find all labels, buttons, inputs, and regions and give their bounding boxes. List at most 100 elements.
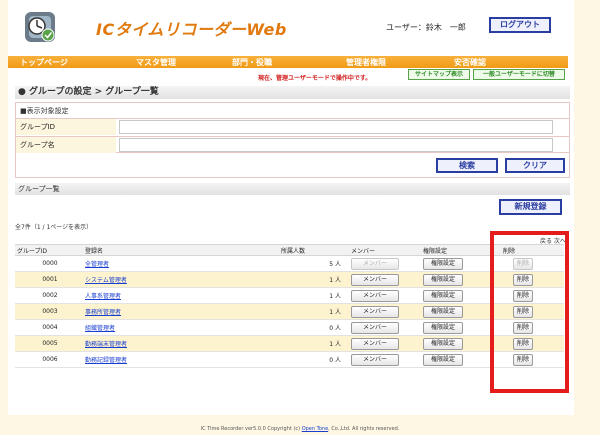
table-header: グループID 登録名 所属人数 メンバー 権限設定 削除 xyxy=(15,244,564,256)
member-button[interactable]: メンバー xyxy=(351,321,399,334)
search-section-label: ■表示対象設定 xyxy=(20,107,69,115)
group-name-link[interactable]: 事務所管理者 xyxy=(85,309,121,316)
member-cell: メンバー xyxy=(349,287,421,304)
permission-button[interactable]: 権限設定 xyxy=(423,353,463,366)
table-row: 0001 システム管理者 1 人メンバー 権限設定 削除 xyxy=(15,271,564,288)
main-nav: トップページ マスタ管理 部門・役職 管理者権限 安否確認 xyxy=(8,56,568,68)
group-name-link[interactable]: 勤務端末管理者 xyxy=(85,341,127,348)
perm-cell: 権限設定 xyxy=(421,335,501,352)
nav-top[interactable]: トップページ xyxy=(20,57,68,68)
member-button[interactable]: メンバー xyxy=(351,337,399,350)
member-cell: メンバー xyxy=(349,351,421,368)
group-list-title: グループ一覧 xyxy=(15,183,570,195)
group-table: グループID 登録名 所属人数 メンバー 権限設定 削除 0000 全管理者 5 人… xyxy=(15,244,564,368)
result-count: 全7件（1 / 1ページを表示） xyxy=(15,224,93,231)
delete-column-highlight xyxy=(490,231,569,393)
perm-cell: 権限設定 xyxy=(421,255,501,272)
col-members: メンバー xyxy=(349,244,421,256)
group-id-label: グループID xyxy=(16,119,116,135)
group-id-row: グループID xyxy=(16,118,569,135)
member-cell: メンバー xyxy=(349,303,421,320)
group-name-cell: システム管理者 xyxy=(83,271,279,288)
perm-cell: 権限設定 xyxy=(421,351,501,368)
nav-safety[interactable]: 安否確認 xyxy=(454,57,486,68)
permission-button[interactable]: 権限設定 xyxy=(423,337,463,350)
group-id-cell: 0002 xyxy=(15,287,83,304)
member-button: メンバー xyxy=(351,257,399,270)
permission-button[interactable]: 権限設定 xyxy=(423,321,463,334)
group-name-label: グループ名 xyxy=(16,137,116,153)
member-count-cell: 1 人 xyxy=(279,287,349,304)
col-group-id: グループID xyxy=(15,244,83,256)
group-name-cell: 勤務記録管理者 xyxy=(83,351,279,368)
group-name-input[interactable] xyxy=(119,138,553,152)
sitemap-button[interactable]: サイトマップ表示 xyxy=(408,69,470,80)
group-name-cell: 人事系管理者 xyxy=(83,287,279,304)
search-button[interactable]: 検索 xyxy=(436,158,498,173)
permission-button[interactable]: 権限設定 xyxy=(423,257,463,270)
member-cell: メンバー xyxy=(349,319,421,336)
group-name-cell: 組織管理者 xyxy=(83,319,279,336)
member-cell: メンバー xyxy=(349,271,421,288)
group-id-cell: 0003 xyxy=(15,303,83,320)
footer: IC Time Recorder ver5.0.0 Copyright (c) … xyxy=(0,426,600,432)
permission-button[interactable]: 権限設定 xyxy=(423,305,463,318)
table-row: 0005 勤務端末管理者 1 人メンバー 権限設定 削除 xyxy=(15,335,564,352)
nav-admin-perm[interactable]: 管理者権限 xyxy=(346,57,386,68)
member-cell: メンバー xyxy=(349,335,421,352)
table-row: 0003 事務所管理者 1 人メンバー 権限設定 削除 xyxy=(15,303,564,320)
nav-dept[interactable]: 部門・役職 xyxy=(232,57,272,68)
member-count-cell: 5 人 xyxy=(279,255,349,272)
footer-text: IC Time Recorder ver5.0.0 Copyright (c) xyxy=(200,426,302,432)
col-name: 登録名 xyxy=(83,244,279,256)
group-id-cell: 0001 xyxy=(15,271,83,288)
group-name-link[interactable]: システム管理者 xyxy=(85,277,127,284)
group-name-link[interactable]: 人事系管理者 xyxy=(85,293,121,300)
col-members-count: 所属人数 xyxy=(279,244,349,256)
member-button[interactable]: メンバー xyxy=(351,305,399,318)
new-register-button[interactable]: 新規登録 xyxy=(499,199,562,215)
group-name-cell: 事務所管理者 xyxy=(83,303,279,320)
member-count-cell: 0 人 xyxy=(279,319,349,336)
group-name-link[interactable]: 全管理者 xyxy=(85,261,109,268)
app-title: ICタイムリコーダーWeb xyxy=(96,20,287,39)
perm-cell: 権限設定 xyxy=(421,271,501,288)
page-title: ● グループの設定 > グループ一覧 xyxy=(15,86,570,99)
member-button[interactable]: メンバー xyxy=(351,353,399,366)
mode-notice: 現在、管理ユーザーモードで操作中です。 xyxy=(258,75,372,82)
perm-cell: 権限設定 xyxy=(421,303,501,320)
app-logo-icon xyxy=(23,8,57,44)
group-id-cell: 0005 xyxy=(15,335,83,352)
member-count-cell: 1 人 xyxy=(279,271,349,288)
member-cell: メンバー xyxy=(349,255,421,272)
table-row: 0000 全管理者 5 人メンバー 権限設定 削除 xyxy=(15,255,564,272)
perm-cell: 権限設定 xyxy=(421,319,501,336)
group-name-link[interactable]: 勤務記録管理者 xyxy=(85,357,127,364)
table-row: 0004 組織管理者 0 人メンバー 権限設定 削除 xyxy=(15,319,564,336)
group-id-cell: 0006 xyxy=(15,351,83,368)
member-count-cell: 1 人 xyxy=(279,335,349,352)
table-row: 0006 勤務記録管理者 0 人メンバー 権限設定 削除 xyxy=(15,351,564,368)
permission-button[interactable]: 権限設定 xyxy=(423,273,463,286)
perm-cell: 権限設定 xyxy=(421,287,501,304)
footer-suffix: , Co.,Ltd. All rights reserved. xyxy=(328,426,400,432)
member-button[interactable]: メンバー xyxy=(351,273,399,286)
group-id-cell: 0004 xyxy=(15,319,83,336)
switch-mode-button[interactable]: 一般ユーザーモードに切替 xyxy=(473,69,565,80)
logout-button[interactable]: ログアウト xyxy=(489,17,551,33)
table-row: 0002 人事系管理者 1 人メンバー 権限設定 削除 xyxy=(15,287,564,304)
clear-button[interactable]: クリア xyxy=(505,158,565,173)
member-button[interactable]: メンバー xyxy=(351,289,399,302)
nav-master[interactable]: マスタ管理 xyxy=(136,57,176,68)
group-id-cell: 0000 xyxy=(15,255,83,272)
group-id-input[interactable] xyxy=(119,120,553,134)
search-panel: ■表示対象設定 グループID グループ名 検索 クリア xyxy=(15,102,570,178)
col-permission: 権限設定 xyxy=(421,244,501,256)
current-user: ユーザー：鈴木 一郎 xyxy=(386,23,466,32)
group-name-row: グループ名 xyxy=(16,136,569,153)
company-link[interactable]: Open Tone xyxy=(302,426,328,432)
group-name-link[interactable]: 組織管理者 xyxy=(85,325,115,332)
permission-button[interactable]: 権限設定 xyxy=(423,289,463,302)
group-name-cell: 全管理者 xyxy=(83,255,279,272)
member-count-cell: 1 人 xyxy=(279,303,349,320)
